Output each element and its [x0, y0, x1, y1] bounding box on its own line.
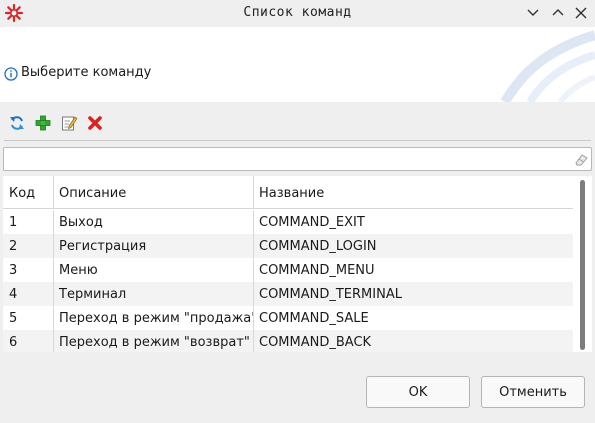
commands-table: Код Описание Название 1 Выход COMMAND_EXIT…	[3, 176, 592, 352]
header-decoration	[500, 30, 595, 102]
column-divider	[253, 234, 254, 258]
table-row[interactable]: 5 Переход в режим "продажа" COMMAND_SALE	[3, 306, 573, 330]
table-row[interactable]: 4 Терминал COMMAND_TERMINAL	[3, 282, 573, 306]
cell-name: COMMAND_MENU	[259, 263, 375, 278]
column-divider	[53, 210, 54, 234]
cell-description: Выход	[59, 215, 103, 230]
cell-code: 1	[9, 215, 18, 230]
close-icon[interactable]	[572, 4, 590, 22]
edit-icon[interactable]	[60, 114, 78, 132]
cancel-button[interactable]: Отменить	[481, 376, 585, 408]
column-divider	[253, 258, 254, 282]
column-header-name[interactable]: Название	[253, 176, 573, 209]
cell-code: 6	[9, 335, 18, 350]
column-divider	[253, 210, 254, 234]
cell-code: 4	[9, 287, 18, 302]
cell-code: 3	[9, 263, 18, 278]
cell-code: 5	[9, 311, 18, 326]
toolbar	[0, 102, 595, 140]
cell-description: Меню	[59, 263, 98, 278]
cell-name: COMMAND_TERMINAL	[259, 287, 402, 302]
chevron-down-icon[interactable]	[524, 4, 542, 22]
table-row[interactable]: 2 Регистрация COMMAND_LOGIN	[3, 234, 573, 258]
ok-button[interactable]: OK	[366, 376, 470, 408]
column-divider	[253, 330, 254, 352]
column-header-code[interactable]: Код	[3, 176, 53, 209]
column-divider	[53, 234, 54, 258]
vertical-scrollbar[interactable]	[576, 176, 590, 352]
header-prompt: Выберите команду	[21, 65, 152, 80]
search-input[interactable]	[8, 150, 568, 168]
cell-name: COMMAND_EXIT	[259, 215, 365, 230]
scrollbar-thumb[interactable]	[580, 180, 585, 350]
chevron-up-icon[interactable]	[549, 4, 567, 22]
cell-description: Регистрация	[59, 239, 147, 254]
column-divider	[53, 282, 54, 306]
cell-name: COMMAND_SALE	[259, 311, 369, 326]
column-header-description[interactable]: Описание	[53, 176, 253, 209]
table-header: Код Описание Название	[3, 176, 573, 209]
column-divider	[53, 258, 54, 282]
cell-name: COMMAND_BACK	[259, 335, 372, 350]
search-field[interactable]	[3, 147, 592, 171]
table-row[interactable]: 6 Переход в режим "возврат" COMMAND_BACK	[3, 330, 573, 352]
column-divider	[253, 306, 254, 330]
column-divider	[253, 282, 254, 306]
table-row[interactable]: 1 Выход COMMAND_EXIT	[3, 210, 573, 234]
delete-icon[interactable]	[86, 114, 104, 132]
cell-description: Терминал	[59, 287, 127, 302]
column-divider	[53, 306, 54, 330]
column-divider	[53, 330, 54, 352]
window-title: Список команд	[243, 5, 352, 20]
cell-description: Переход в режим "возврат"	[59, 335, 250, 350]
add-icon[interactable]	[34, 114, 52, 132]
table-row[interactable]: 3 Меню COMMAND_MENU	[3, 258, 573, 282]
cell-description: Переход в режим "продажа"	[59, 311, 253, 326]
cell-code: 2	[9, 239, 18, 254]
cell-name: COMMAND_LOGIN	[259, 239, 377, 254]
dialog-header: Выберите команду	[0, 27, 595, 102]
info-icon	[4, 67, 18, 81]
toolbar-divider	[4, 140, 591, 141]
eraser-icon[interactable]	[574, 152, 588, 166]
title-bar[interactable]: Список команд	[0, 0, 595, 27]
refresh-icon[interactable]	[8, 114, 26, 132]
